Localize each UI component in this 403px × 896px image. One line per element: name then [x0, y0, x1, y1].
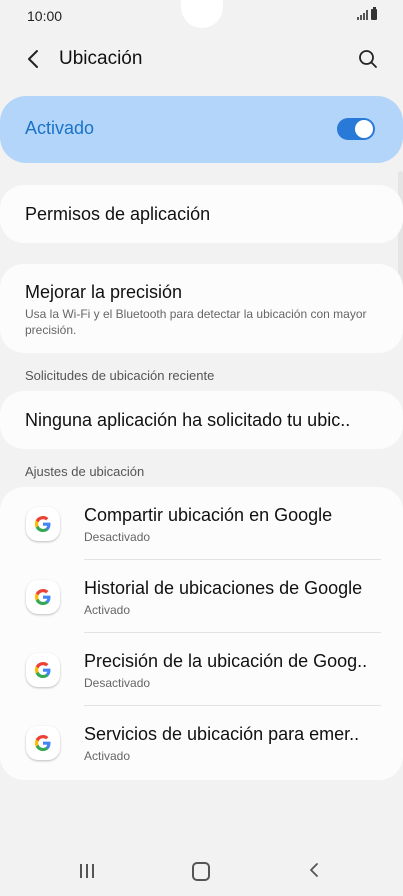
status-icons: [357, 7, 377, 20]
google-icon: [26, 580, 60, 614]
item-status: Activado: [84, 603, 131, 617]
recent-apps-button[interactable]: [80, 864, 94, 878]
navigation-bar: [0, 840, 403, 896]
nav-back-button[interactable]: [308, 862, 320, 883]
nav-back-icon: [310, 863, 318, 877]
item-title: Historial de ubicaciones de Google: [84, 578, 363, 598]
location-settings-header: Ajustes de ubicación: [25, 464, 145, 479]
item-title: Precisión de la ubicación de Goog..: [84, 651, 368, 671]
item-status: Desactivado: [84, 530, 151, 544]
improve-precision-item[interactable]: Mejorar la precisión Usa la Wi-Fi y el B…: [0, 264, 403, 353]
search-button[interactable]: [355, 46, 381, 72]
status-bar: 10:00: [0, 0, 403, 32]
location-setting-item[interactable]: Compartir ubicación en Google Desactivad…: [0, 487, 403, 560]
status-time: 10:00: [27, 8, 63, 24]
item-title: Servicios de ubicación para emer..: [84, 724, 360, 744]
app-header: Ubicación: [0, 36, 403, 82]
signal-icon: [357, 10, 368, 20]
item-status: Desactivado: [84, 676, 151, 690]
improve-precision-subtitle: Usa la Wi-Fi y el Bluetooth para detecta…: [25, 307, 367, 337]
page-title: Ubicación: [59, 48, 143, 69]
google-icon: [26, 653, 60, 687]
location-setting-item[interactable]: Historial de ubicaciones de Google Activ…: [0, 560, 403, 633]
app-permissions-item[interactable]: Permisos de aplicación: [0, 185, 403, 243]
improve-precision-title: Mejorar la precisión: [25, 282, 183, 302]
back-button[interactable]: [20, 46, 46, 72]
recent-requests-header: Solicitudes de ubicación reciente: [25, 368, 215, 383]
item-status: Activado: [84, 749, 131, 763]
search-icon: [359, 50, 377, 68]
location-setting-item[interactable]: Precisión de la ubicación de Goog.. Desa…: [0, 633, 403, 706]
master-toggle[interactable]: [337, 118, 375, 140]
app-permissions-label: Permisos de aplicación: [25, 204, 211, 224]
camera-notch: [181, 0, 223, 28]
recent-requests-message: Ninguna aplicación ha solicitado tu ubic…: [25, 410, 351, 430]
item-title: Compartir ubicación en Google: [84, 505, 333, 525]
master-switch-label: Activado: [25, 118, 95, 138]
recent-requests-card: Ninguna aplicación ha solicitado tu ubic…: [0, 391, 403, 449]
chevron-left-icon: [28, 50, 38, 68]
home-button[interactable]: [192, 862, 210, 881]
google-icon: [26, 507, 60, 541]
location-master-switch[interactable]: Activado: [0, 96, 403, 163]
location-setting-item[interactable]: Servicios de ubicación para emer.. Activ…: [0, 706, 403, 779]
battery-icon: [371, 7, 377, 20]
google-icon: [26, 726, 60, 760]
toggle-knob: [355, 120, 373, 138]
location-settings-card: Compartir ubicación en Google Desactivad…: [0, 487, 403, 780]
